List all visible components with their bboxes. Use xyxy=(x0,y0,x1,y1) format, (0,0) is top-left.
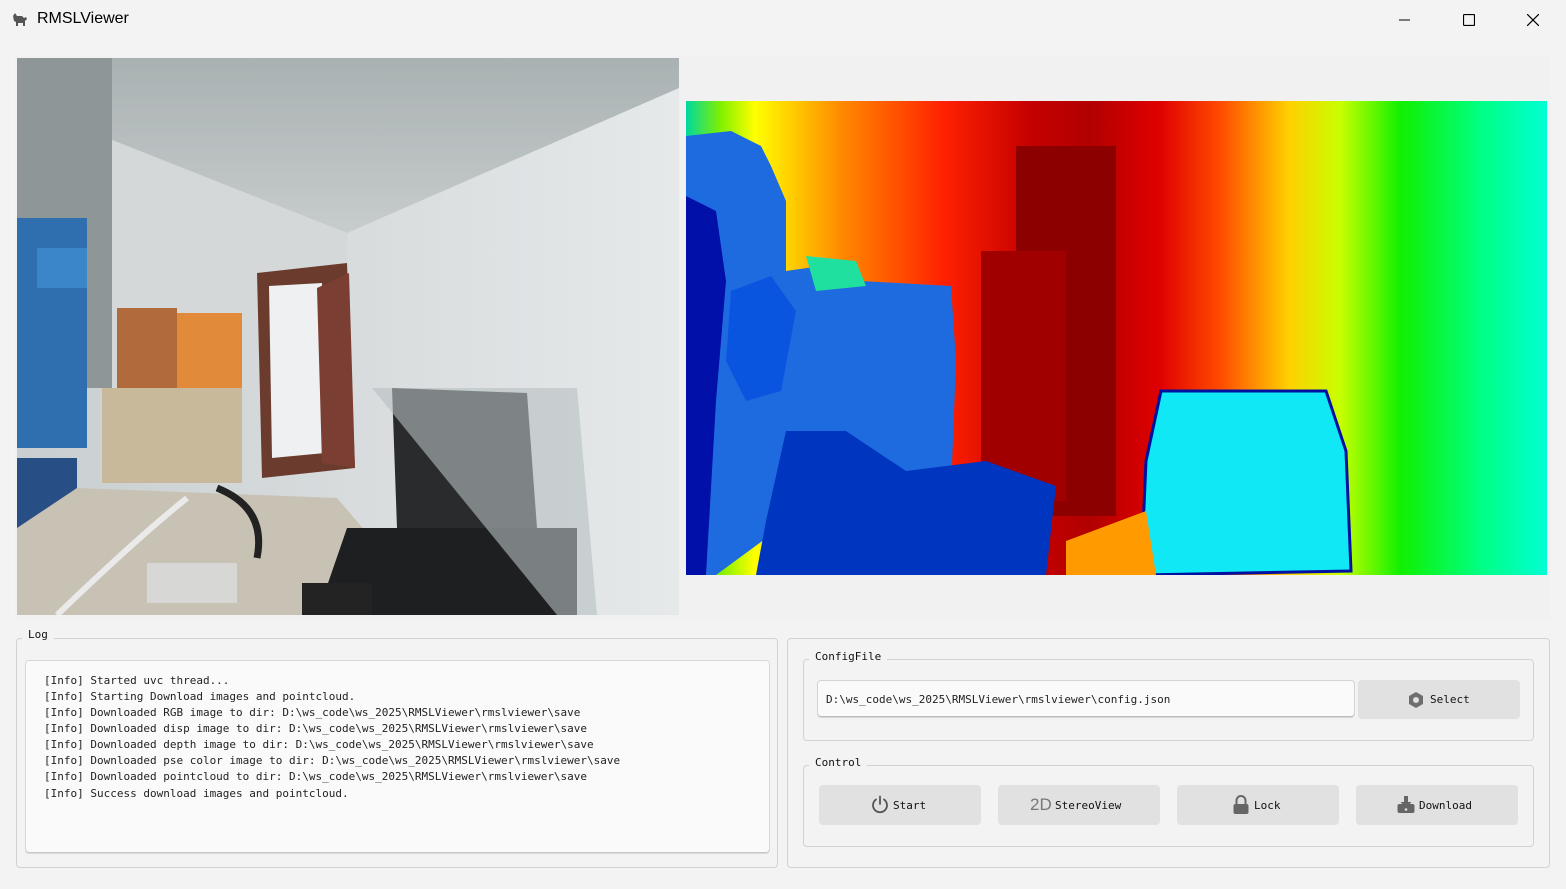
app-cat-icon xyxy=(13,13,27,26)
power-icon xyxy=(872,795,888,814)
log-line: [Info] Started uvc thread... xyxy=(44,674,230,687)
depth-image-view xyxy=(686,101,1547,575)
download-icon xyxy=(1397,796,1415,813)
title-bar[interactable]: RMSLViewer xyxy=(0,0,1566,40)
start-button[interactable]: Start xyxy=(819,785,981,825)
stereoview-button-label: StereoView xyxy=(1055,799,1122,812)
rgb-image-view xyxy=(17,58,679,615)
lock-button-label: Lock xyxy=(1254,799,1281,812)
minimize-icon xyxy=(1399,19,1410,21)
select-button[interactable]: Select xyxy=(1358,680,1520,719)
log-line: [Info] Starting Download images and poin… xyxy=(44,690,356,703)
log-line: [Info] Success download images and point… xyxy=(44,787,349,800)
log-line: [Info] Downloaded pointcloud to dir: D:\… xyxy=(44,770,588,783)
maximize-icon xyxy=(1463,14,1475,26)
log-line: [Info] Downloaded disp image to dir: D:\… xyxy=(44,722,588,735)
lock-button[interactable]: Lock xyxy=(1177,785,1339,825)
hexagon-icon xyxy=(1409,692,1423,708)
log-textarea[interactable]: [Info] Started uvc thread... [Info] Star… xyxy=(25,660,770,854)
log-group-title: Log xyxy=(22,628,54,641)
close-button[interactable] xyxy=(1510,0,1556,40)
configfile-group-title: ConfigFile xyxy=(809,650,888,663)
log-line: [Info] Downloaded RGB image to dir: D:\w… xyxy=(44,706,581,719)
log-line: [Info] Downloaded pse color image to dir… xyxy=(44,754,621,767)
2d-icon: 2D xyxy=(1030,795,1052,814)
select-button-label: Select xyxy=(1430,693,1470,706)
minimize-button[interactable] xyxy=(1382,0,1428,40)
close-icon xyxy=(1527,14,1539,26)
download-button-label: Download xyxy=(1419,799,1472,812)
maximize-button[interactable] xyxy=(1446,0,1492,40)
config-path-field[interactable]: D:\ws_code\ws_2025\RMSLViewer\rmslviewer… xyxy=(817,680,1355,718)
log-line: [Info] Downloaded depth image to dir: D:… xyxy=(44,738,594,751)
stereoview-button[interactable]: 2D StereoView xyxy=(998,785,1160,825)
window-title: RMSLViewer xyxy=(37,10,129,27)
download-button[interactable]: Download xyxy=(1356,785,1518,825)
lock-icon xyxy=(1233,795,1249,814)
control-group-title: Control xyxy=(809,756,868,769)
start-button-label: Start xyxy=(893,799,927,812)
